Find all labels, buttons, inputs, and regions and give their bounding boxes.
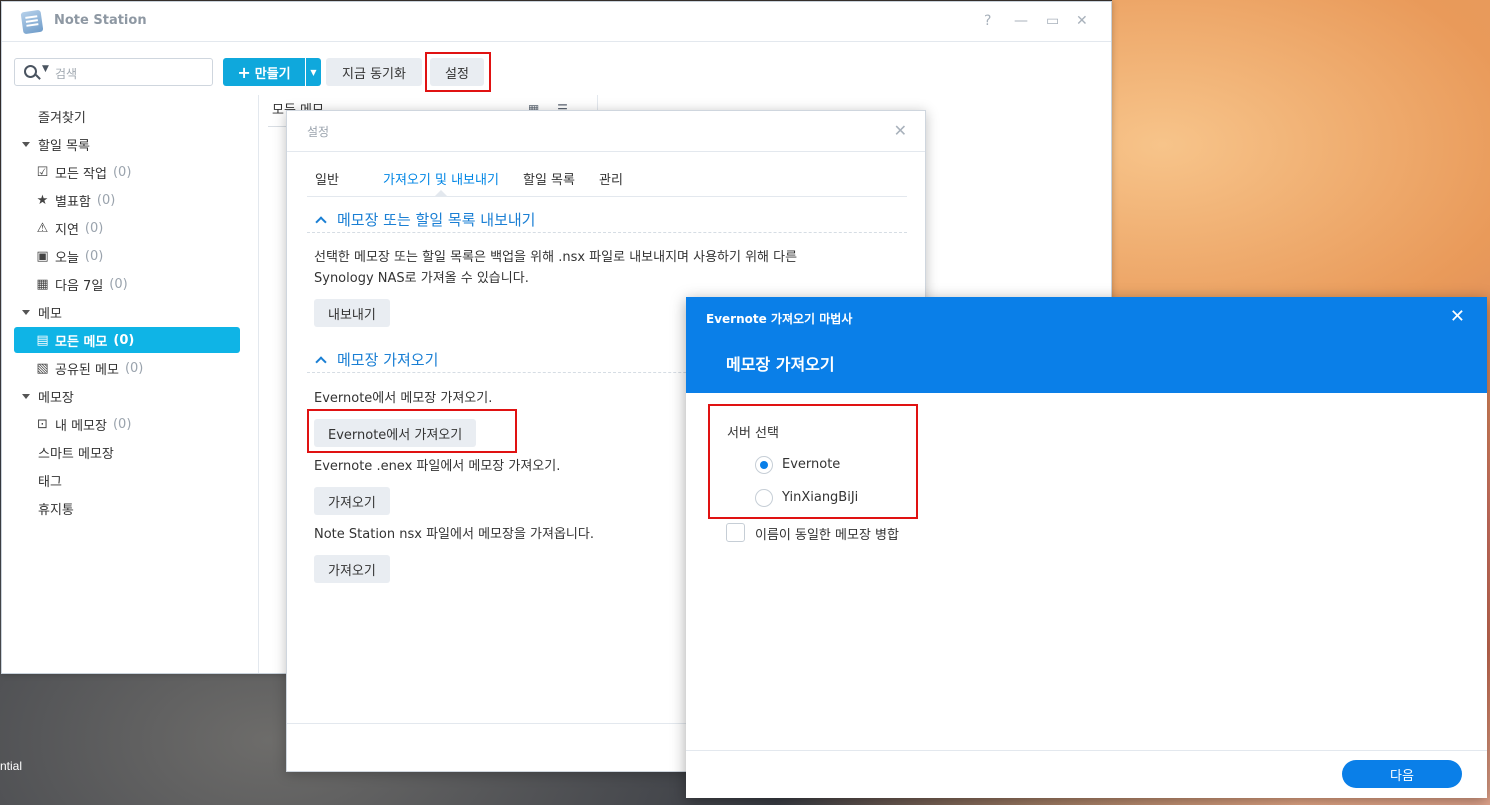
export-description-line: 선택한 메모장 또는 할일 목록은 백업을 위해 .nsx 파일로 내보내지며 … <box>314 250 798 265</box>
sidebar-item-count: (0) <box>96 192 116 208</box>
sidebar-section-label: 할일 목록 <box>38 138 90 154</box>
sync-now-button[interactable]: 지금 동기화 <box>326 58 422 86</box>
sidebar-item-count: (0) <box>112 164 132 180</box>
sidebar-item-count: (0) <box>84 248 104 264</box>
sidebar-item-smart-notebook[interactable]: 스마트 메모장 <box>38 439 114 465</box>
note-icon: ▤ <box>36 332 49 348</box>
close-icon[interactable]: ✕ <box>1450 306 1465 327</box>
sidebar-item-next-7-days[interactable]: ▦ 다음 7일 (0) <box>36 271 128 297</box>
section-title: 메모장 또는 할일 목록 내보내기 <box>337 211 536 229</box>
sidebar-item-label: 오늘 <box>55 250 79 266</box>
star-icon: ★ <box>36 192 49 208</box>
export-button[interactable]: 내보내기 <box>314 299 390 327</box>
sidebar-item-label: 공유된 메모 <box>55 362 119 378</box>
merge-notebooks-label[interactable]: 이름이 동일한 메모장 병합 <box>755 524 899 543</box>
sidebar-item-label: 모든 작업 <box>55 166 107 182</box>
section-title: 메모장 가져오기 <box>337 351 439 369</box>
export-description-line: Synology NAS로 가져올 수 있습니다. <box>314 271 529 286</box>
sidebar-item-count: (0) <box>124 360 144 376</box>
highlight-box <box>425 52 491 92</box>
sidebar-item-label: 지연 <box>55 222 79 238</box>
calendar-icon: ▣ <box>36 248 49 264</box>
sidebar-item-shared-memos[interactable]: ▧ 공유된 메모 (0) <box>36 355 143 381</box>
sidebar-item-trash[interactable]: 휴지통 <box>38 495 74 521</box>
create-button-label: 만들기 <box>254 66 291 82</box>
sidebar-section-label: 메모 <box>38 306 62 322</box>
close-icon[interactable]: ✕ <box>894 121 907 140</box>
note-station-app-icon <box>20 9 44 35</box>
sidebar-item-all-memos[interactable]: ▤ 모든 메모 (0) <box>14 327 240 353</box>
sidebar-section-label: 메모장 <box>38 390 74 406</box>
tab-management[interactable]: 관리 <box>599 169 623 188</box>
sidebar-item-label: 내 메모장 <box>55 418 107 434</box>
sidebar-section-todo[interactable]: 할일 목록 <box>22 131 90 157</box>
highlight-box <box>307 409 517 453</box>
main-toolbar: ▼ 검색 + 만들기 ▼ 지금 동기화 설정 <box>2 52 1111 92</box>
tab-pointer <box>435 190 447 196</box>
sidebar-item-label: 모든 메모 <box>55 334 108 350</box>
export-section-header[interactable]: 메모장 또는 할일 목록 내보내기 <box>307 207 907 233</box>
sidebar-item-all-tasks[interactable]: ☑ 모든 작업 (0) <box>36 159 132 185</box>
calendar-week-icon: ▦ <box>36 276 49 292</box>
sidebar-item-today[interactable]: ▣ 오늘 (0) <box>36 243 103 269</box>
sidebar-item-my-notebook[interactable]: ⊡ 내 메모장 (0) <box>36 411 131 437</box>
divider <box>686 750 1487 751</box>
search-icon <box>24 65 37 78</box>
import-nsx-button[interactable]: 가져오기 <box>314 555 390 583</box>
caret-down-icon: ▼ <box>310 67 317 77</box>
plus-icon: + <box>237 62 251 82</box>
import-enex-button[interactable]: 가져오기 <box>314 487 390 515</box>
create-button[interactable]: + 만들기 <box>223 58 305 86</box>
desktop-icon-label[interactable]: ntial <box>0 759 22 773</box>
notebook-star-icon: ⊡ <box>37 416 48 432</box>
sidebar-item-tags[interactable]: 태그 <box>38 467 62 493</box>
search-placeholder: 검색 <box>55 67 78 81</box>
help-icon[interactable]: ? <box>984 13 991 29</box>
wizard-header: Evernote 가져오기 마법사 ✕ 메모장 가져오기 <box>686 297 1487 393</box>
chevron-up-icon <box>315 215 327 228</box>
checkbox-icon: ☑ <box>36 164 49 180</box>
sidebar-item-label: 별표함 <box>55 194 91 210</box>
tab-todo-list[interactable]: 할일 목록 <box>523 169 575 188</box>
window-title: Note Station <box>54 13 147 28</box>
tab-import-export[interactable]: 가져오기 및 내보내기 <box>383 169 499 188</box>
wizard-step-title: 메모장 가져오기 <box>726 355 835 374</box>
sidebar-item-count: (0) <box>84 220 104 236</box>
wizard-title: Evernote 가져오기 마법사 <box>706 312 853 326</box>
divider <box>287 151 925 152</box>
sidebar-section-notebook[interactable]: 메모장 <box>22 383 74 409</box>
evernote-import-wizard: Evernote 가져오기 마법사 ✕ 메모장 가져오기 서버 선택 Evern… <box>686 297 1487 798</box>
export-description: 선택한 메모장 또는 할일 목록은 백업을 위해 .nsx 파일로 내보내지며 … <box>314 247 874 289</box>
minimize-icon[interactable]: — <box>1014 13 1028 29</box>
highlight-box <box>708 404 918 519</box>
close-icon[interactable]: ✕ <box>1076 13 1088 29</box>
sidebar-item-favorites[interactable]: 즐겨찾기 <box>38 103 86 129</box>
sidebar-item-overdue[interactable]: ⚠ 지연 (0) <box>36 215 104 241</box>
sidebar-section-memo[interactable]: 메모 <box>22 299 62 325</box>
settings-title: 설정 <box>307 125 330 139</box>
tab-general[interactable]: 일반 <box>315 169 339 188</box>
sidebar-item-count: (0) <box>113 332 135 348</box>
window-titlebar[interactable]: Note Station ? — ▭ ✕ <box>2 2 1111 42</box>
sidebar: 즐겨찾기 할일 목록 ☑ 모든 작업 (0) ★ 별표함 (0) ⚠ 지연 (0) ▣ 오늘 (… <box>2 95 259 673</box>
search-input[interactable]: ▼ 검색 <box>14 58 213 86</box>
sidebar-item-count: (0) <box>112 416 132 432</box>
create-dropdown-button[interactable]: ▼ <box>306 58 321 86</box>
settings-tabs: 일반 가져오기 및 내보내기 할일 목록 관리 <box>307 167 907 197</box>
maximize-icon[interactable]: ▭ <box>1046 13 1059 29</box>
shared-note-icon: ▧ <box>36 360 49 376</box>
chevron-down-icon[interactable]: ▼ <box>42 64 49 74</box>
sidebar-item-starred[interactable]: ★ 별표함 (0) <box>36 187 116 213</box>
sidebar-item-count: (0) <box>109 276 128 292</box>
warning-icon: ⚠ <box>36 220 49 236</box>
chevron-up-icon <box>315 355 327 368</box>
merge-notebooks-checkbox[interactable] <box>726 523 745 542</box>
next-button[interactable]: 다음 <box>1342 760 1462 788</box>
sidebar-item-label: 다음 7일 <box>55 278 104 294</box>
